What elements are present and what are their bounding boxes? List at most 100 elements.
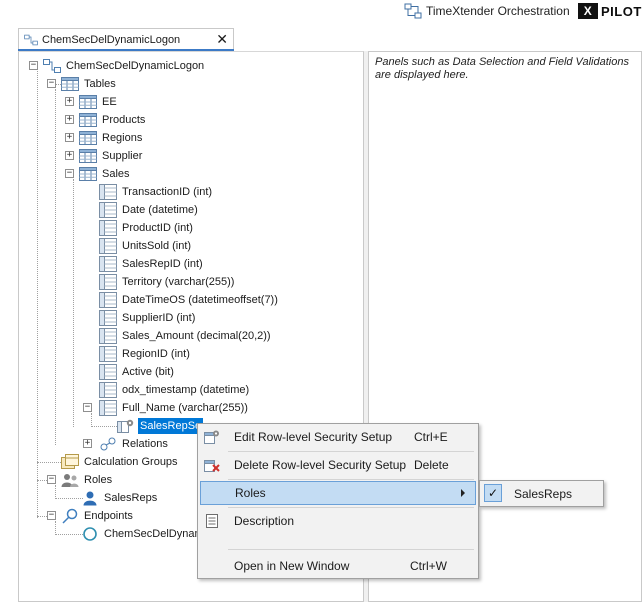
tree-node-field[interactable]: DateTimeOS (datetimeoffset(7)) (99, 291, 280, 309)
orchestration-label: TimeXtender Orchestration (426, 4, 570, 18)
tree-node-field[interactable]: RegionID (int) (99, 345, 192, 363)
context-menu: Edit Row-level Security Setup Ctrl+E Del… (197, 423, 479, 579)
tree-node-field[interactable]: SupplierID (int) (99, 309, 197, 327)
menu-separator (228, 507, 474, 508)
field-icon (99, 274, 117, 290)
field-icon (99, 220, 117, 236)
expand-toggle[interactable]: + (65, 133, 74, 142)
pilot-x-logo: X (578, 3, 598, 19)
tree-node-label: Tables (84, 78, 116, 90)
tree-node-label: Regions (102, 132, 143, 144)
field-icon (99, 202, 117, 218)
tab-model[interactable]: ChemSecDelDynamicLogon ✕ (18, 28, 234, 50)
field-icon (99, 310, 117, 326)
pilot-label: PILOT (601, 3, 642, 19)
tree-node-table[interactable]: Products (79, 111, 147, 129)
menu-item-edit-rls[interactable]: Edit Row-level Security Setup Ctrl+E (200, 425, 476, 449)
tree-node-label: Products (102, 114, 146, 126)
collapse-toggle[interactable]: − (65, 169, 74, 178)
field-icon (99, 400, 117, 416)
menu-item-delete-rls[interactable]: Delete Row-level Security Setup Delete (200, 453, 476, 477)
collapse-toggle[interactable]: − (47, 475, 56, 484)
submenu-item-role[interactable]: ✓ SalesReps (482, 483, 601, 504)
tree-node-field[interactable]: SalesRepID (int) (99, 255, 205, 273)
field-icon (99, 292, 117, 308)
tree-node-label: SupplierID (int) (122, 312, 196, 324)
field-icon (99, 256, 117, 272)
tree-node-label: Roles (84, 474, 113, 486)
endpoint-icon (83, 527, 97, 541)
expand-toggle[interactable]: + (65, 97, 74, 106)
tree-node-label: DateTimeOS (datetimeoffset(7)) (122, 294, 278, 306)
tree-node-tables[interactable]: Tables (61, 75, 118, 93)
collapse-toggle[interactable]: − (47, 79, 56, 88)
roles-icon (61, 474, 79, 487)
tree-node-label: Sales (102, 168, 130, 180)
tree-node-field[interactable]: Active (bit) (99, 363, 176, 381)
field-icon (99, 328, 117, 344)
tree-node-field[interactable]: Territory (varchar(255)) (99, 273, 236, 291)
tree-node-field[interactable]: Sales_Amount (decimal(20,2)) (99, 327, 273, 345)
table-icon (79, 112, 97, 128)
tree-node-field[interactable]: UnitsSold (int) (99, 237, 193, 255)
expand-toggle[interactable]: + (65, 115, 74, 124)
close-tab-icon[interactable]: ✕ (216, 31, 228, 48)
field-icon (99, 238, 117, 254)
tree-node-field[interactable]: ProductID (int) (99, 219, 195, 237)
tree-node-relations[interactable]: Relations (99, 435, 170, 453)
calc-group-icon (61, 454, 79, 469)
tree-node-label: Date (datetime) (122, 204, 198, 216)
tree-node-field[interactable]: Date (datetime) (99, 201, 200, 219)
tree-node-field[interactable]: Full_Name (varchar(255)) (99, 399, 250, 417)
tree-connector (55, 534, 83, 535)
tree-connector (73, 179, 74, 427)
expand-toggle[interactable]: + (65, 151, 74, 160)
tree-node-table[interactable]: EE (79, 93, 119, 111)
tree-connector (55, 89, 56, 445)
tree-node-endpoints[interactable]: Endpoints (61, 507, 135, 525)
menu-item-label: Edit Row-level Security Setup (234, 430, 393, 444)
tree-connector (91, 426, 119, 427)
menu-item-roles[interactable]: Roles (200, 481, 476, 505)
tree-node-label: ChemSecDelDynam (104, 528, 204, 540)
tree-connector (37, 71, 38, 518)
tree-connector (55, 485, 56, 499)
menu-item-label: Description (234, 514, 295, 528)
tree-node-endpoint[interactable]: ChemSecDelDynam (81, 525, 206, 543)
tree-node-table-sales[interactable]: Sales (79, 165, 132, 183)
tree-node-role[interactable]: SalesReps (81, 489, 159, 507)
user-icon (83, 491, 97, 506)
collapse-toggle[interactable]: − (29, 61, 38, 70)
tree-connector (55, 498, 83, 499)
tree-node-table[interactable]: Regions (79, 129, 144, 147)
delete-security-icon (204, 460, 220, 472)
tree-node-field[interactable]: odx_timestamp (datetime) (99, 381, 251, 399)
tree-node-field[interactable]: TransactionID (int) (99, 183, 214, 201)
security-setup-icon (204, 430, 219, 444)
collapse-toggle[interactable]: − (83, 403, 92, 412)
tree-node-label: RegionID (int) (122, 348, 190, 360)
tree-node-label: ProductID (int) (122, 222, 193, 234)
tree-node-calc-groups[interactable]: Calculation Groups (61, 453, 180, 471)
tree-node-root[interactable]: ChemSecDelDynamicLogon (43, 57, 206, 75)
tree-node-roles[interactable]: Roles (61, 471, 114, 489)
field-icon (99, 184, 117, 200)
orchestration-link[interactable]: TimeXtender Orchestration (404, 2, 570, 20)
tree-node-label: Active (bit) (122, 366, 174, 378)
table-icon (61, 76, 79, 92)
tree-node-security-setup[interactable]: SalesRepSe (117, 417, 204, 435)
menu-separator (228, 549, 474, 550)
tree-node-label: Sales_Amount (decimal(20,2)) (122, 330, 271, 342)
tree-connector (91, 413, 92, 427)
collapse-toggle[interactable]: − (47, 511, 56, 520)
expand-toggle[interactable]: + (83, 439, 92, 448)
description-icon (206, 514, 218, 528)
menu-item-label: Roles (235, 486, 266, 500)
tree-node-table[interactable]: Supplier (79, 147, 144, 165)
menu-item-open-new-window[interactable]: Open in New Window Ctrl+W (200, 554, 476, 578)
field-icon (99, 346, 117, 362)
submenu-arrow-icon (461, 489, 465, 497)
check-icon: ✓ (484, 484, 502, 502)
table-icon (79, 94, 97, 110)
menu-item-description[interactable]: Description (200, 509, 476, 533)
